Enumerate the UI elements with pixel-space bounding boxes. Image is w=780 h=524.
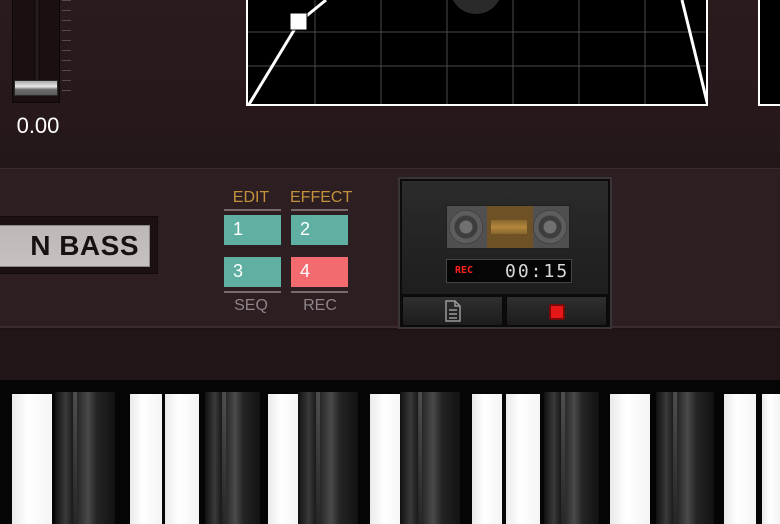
left-reel-icon bbox=[449, 210, 483, 244]
seq-divider bbox=[224, 291, 281, 293]
envelope-svg bbox=[248, 0, 706, 104]
cassette-icon bbox=[446, 205, 570, 249]
white-key[interactable] bbox=[165, 394, 199, 524]
middle-panel: N BASS EDIT EFFECT 1 2 3 4 SEQ REC REC 0… bbox=[0, 168, 780, 329]
volume-fader-handle[interactable] bbox=[14, 80, 58, 96]
mode-button-2[interactable]: 2 bbox=[291, 215, 348, 245]
lower-strip bbox=[0, 330, 780, 380]
envelope-curve-attack bbox=[248, 0, 327, 104]
white-key[interactable] bbox=[724, 394, 756, 524]
secondary-graph-edge bbox=[758, 0, 780, 106]
white-key[interactable] bbox=[370, 394, 404, 524]
recorder-counter-display: REC 00:15 bbox=[446, 259, 572, 283]
black-key[interactable] bbox=[205, 392, 260, 524]
white-key[interactable] bbox=[610, 394, 650, 524]
recordings-list-button[interactable] bbox=[402, 296, 503, 326]
envelope-knob-partial bbox=[452, 0, 500, 14]
black-key[interactable] bbox=[656, 392, 714, 524]
rec-label: REC bbox=[303, 297, 337, 314]
white-key[interactable] bbox=[130, 394, 162, 524]
edit-divider bbox=[224, 209, 281, 211]
white-key[interactable] bbox=[762, 394, 780, 524]
record-button[interactable] bbox=[506, 296, 607, 326]
white-key[interactable] bbox=[268, 394, 300, 524]
black-key[interactable] bbox=[544, 392, 599, 524]
envelope-graph[interactable] bbox=[246, 0, 708, 106]
mode-button-1[interactable]: 1 bbox=[224, 215, 281, 245]
preset-display[interactable]: N BASS bbox=[0, 225, 150, 267]
preset-display-frame: N BASS bbox=[0, 216, 158, 274]
top-panel: 0.00 bbox=[0, 0, 780, 168]
envelope-point-handle[interactable] bbox=[289, 12, 308, 31]
piano-keyboard bbox=[0, 380, 780, 524]
black-key[interactable] bbox=[298, 392, 358, 524]
edit-label: EDIT bbox=[232, 189, 270, 206]
volume-value: 0.00 bbox=[16, 113, 60, 138]
seq-label: SEQ bbox=[234, 297, 268, 314]
document-icon bbox=[445, 300, 461, 322]
rec-divider bbox=[291, 291, 348, 293]
mode-button-3[interactable]: 3 bbox=[224, 257, 281, 287]
white-key[interactable] bbox=[472, 394, 502, 524]
right-reel-icon bbox=[533, 210, 567, 244]
record-icon bbox=[549, 304, 565, 320]
fader-scale-ticks bbox=[62, 0, 71, 100]
effect-divider bbox=[291, 209, 348, 211]
white-key[interactable] bbox=[506, 394, 540, 524]
mode-button-4[interactable]: 4 bbox=[291, 257, 348, 287]
rec-indicator: REC bbox=[455, 265, 474, 276]
recording-time: 00:15 bbox=[505, 261, 570, 282]
recorder-screen: REC 00:15 bbox=[402, 181, 608, 294]
cassette-recorder: REC 00:15 bbox=[398, 177, 612, 329]
envelope-grid bbox=[248, 0, 706, 104]
black-key[interactable] bbox=[55, 392, 115, 524]
white-key[interactable] bbox=[12, 394, 52, 524]
effect-label: EFFECT bbox=[290, 189, 353, 206]
black-key[interactable] bbox=[400, 392, 460, 524]
envelope-curve-release bbox=[680, 0, 706, 104]
tape-window bbox=[491, 220, 527, 234]
preset-name: N BASS bbox=[30, 230, 139, 261]
